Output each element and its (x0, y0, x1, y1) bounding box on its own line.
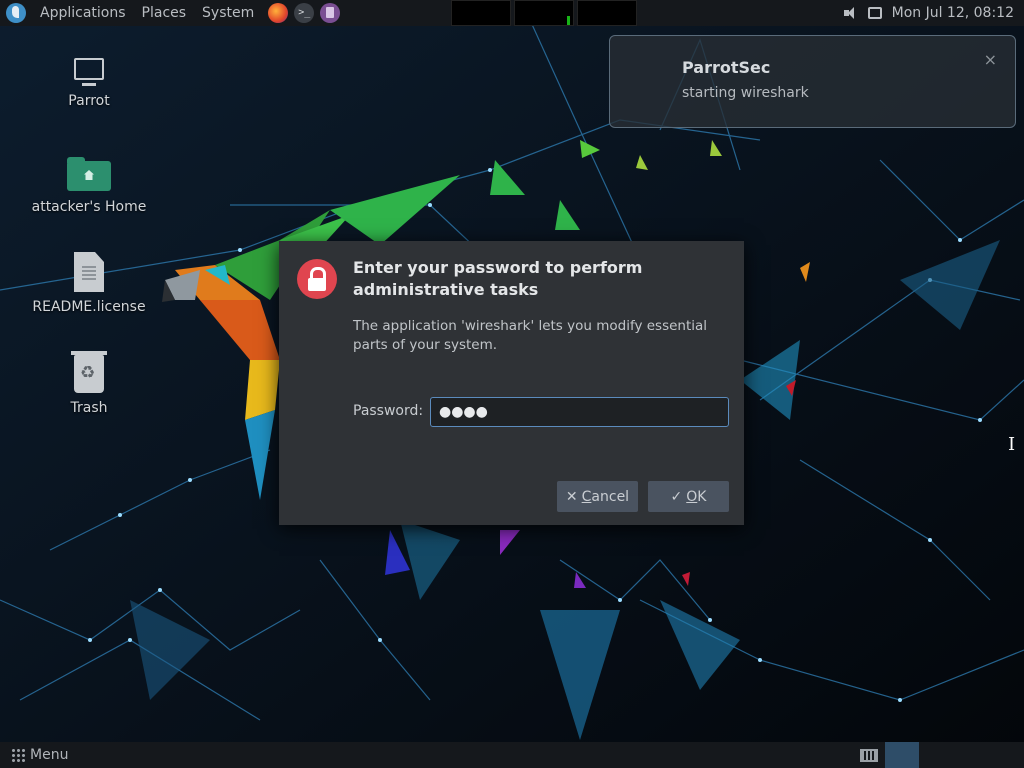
terminal-launcher-icon[interactable]: >_ (294, 3, 315, 23)
places-menu[interactable]: Places (134, 0, 195, 26)
cancel-button[interactable]: ✕ Cancel (557, 481, 638, 512)
notification-body: starting wireshark (682, 85, 809, 101)
bottom-panel: Menu (0, 742, 1024, 768)
desktop-icon-label: Parrot (68, 93, 110, 109)
system-menu[interactable]: System (194, 0, 262, 26)
ok-accelerator: O (686, 488, 698, 505)
applications-menu[interactable]: Applications (32, 0, 134, 26)
notification-popup[interactable]: ParrotSec starting wireshark × (609, 35, 1016, 128)
desktop-icon-label: Trash (70, 400, 108, 416)
ok-label: K (697, 488, 707, 505)
close-icon: ✕ (565, 488, 578, 505)
menu-button[interactable]: Menu (30, 747, 68, 763)
parrot-logo-icon[interactable] (6, 3, 26, 23)
text-cursor-icon: I (1008, 434, 1016, 455)
dialog-title: Enter your password to perform administr… (353, 258, 643, 299)
close-icon[interactable]: × (984, 50, 997, 69)
cancel-label: ancel (591, 488, 630, 505)
system-tray: Mon Jul 12, 08:12 (843, 0, 1024, 26)
network-monitor-graph[interactable] (577, 0, 638, 26)
keyboard-icon[interactable] (860, 748, 878, 762)
checkmark-icon: ✓ (670, 488, 683, 505)
lock-icon (297, 259, 337, 299)
desktop-icon-label: README.license (32, 299, 146, 315)
document-icon (74, 252, 104, 292)
cpu-monitor-graph[interactable] (451, 0, 512, 26)
top-panel: Applications Places System >_ Mon Jul 12… (0, 0, 1024, 26)
desktop-icon-readme[interactable]: README.license (19, 252, 159, 315)
desktop-icon-label: attacker's Home (31, 199, 147, 215)
home-folder-icon (67, 157, 111, 191)
computer-icon (74, 58, 104, 86)
desktop-icon-home[interactable]: attacker's Home (19, 157, 159, 215)
clock[interactable]: Mon Jul 12, 08:12 (892, 5, 1014, 21)
menu-grid-icon[interactable] (11, 747, 26, 763)
memory-monitor-graph[interactable] (514, 0, 575, 26)
firefox-launcher-icon[interactable] (268, 3, 289, 23)
ok-button[interactable]: ✓ OK (648, 481, 729, 512)
password-label: Password: (353, 403, 424, 419)
desktop-icon-parrot[interactable]: Parrot (19, 58, 159, 109)
speaker-icon[interactable] (843, 7, 858, 19)
workspace-switcher[interactable] (885, 742, 919, 768)
dialog-message: The application 'wireshark' lets you mod… (353, 318, 708, 353)
desktop-icon-trash[interactable]: Trash (19, 351, 159, 416)
display-icon[interactable] (867, 7, 882, 19)
authentication-dialog: Enter your password to perform administr… (279, 241, 744, 525)
text-editor-launcher-icon[interactable] (320, 3, 341, 23)
notification-title: ParrotSec (682, 58, 771, 77)
password-field[interactable] (430, 397, 729, 427)
cancel-accelerator: C (581, 488, 592, 505)
trash-icon (71, 351, 107, 393)
